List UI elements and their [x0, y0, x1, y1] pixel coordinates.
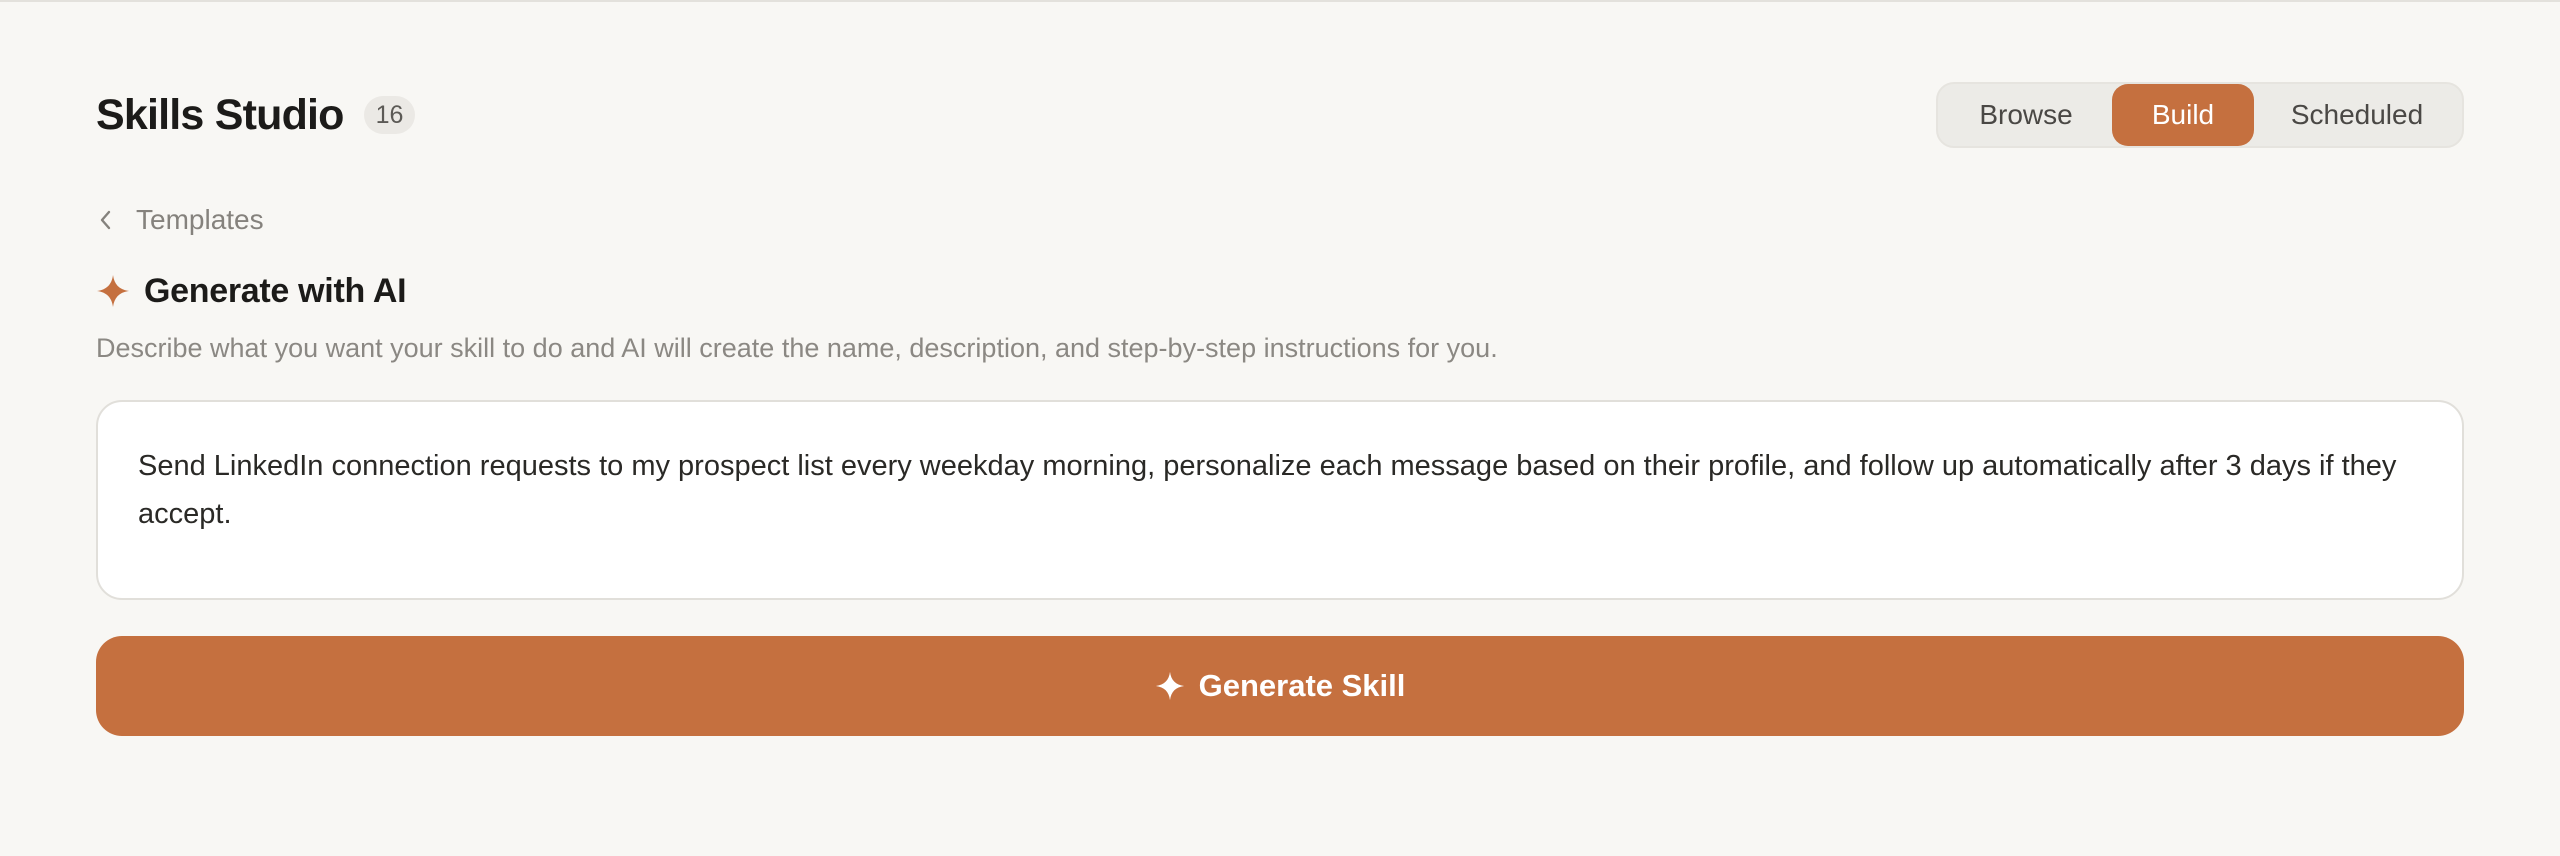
tab-build[interactable]: Build	[2112, 84, 2254, 146]
generate-skill-label: Generate Skill	[1198, 668, 1406, 703]
title-group: Skills Studio 16	[96, 82, 416, 148]
tab-scheduled[interactable]: Scheduled	[2254, 84, 2460, 146]
generator-heading: Generate with AI	[96, 268, 407, 314]
generate-skill-button[interactable]: Generate Skill	[96, 636, 2464, 736]
chevron-left-icon	[98, 202, 120, 238]
page-title: Skills Studio	[96, 90, 344, 139]
back-link-label: Templates	[136, 204, 264, 235]
skill-prompt-textarea[interactable]: Send LinkedIn connection requests to my …	[96, 400, 2464, 600]
tab-browse[interactable]: Browse	[1940, 84, 2112, 146]
view-switcher: Browse Build Scheduled	[1936, 82, 2464, 148]
back-to-templates-link[interactable]: Templates	[98, 202, 264, 238]
top-divider	[0, 0, 2560, 2]
skills-count-badge: 16	[363, 96, 416, 134]
generator-description: Describe what you want your skill to do …	[96, 333, 1498, 363]
page-header: Skills Studio 16 Browse Build Scheduled	[96, 82, 2464, 148]
sparkle-icon	[96, 274, 130, 308]
generator-title: Generate with AI	[144, 271, 407, 310]
sparkle-icon	[1155, 671, 1185, 701]
